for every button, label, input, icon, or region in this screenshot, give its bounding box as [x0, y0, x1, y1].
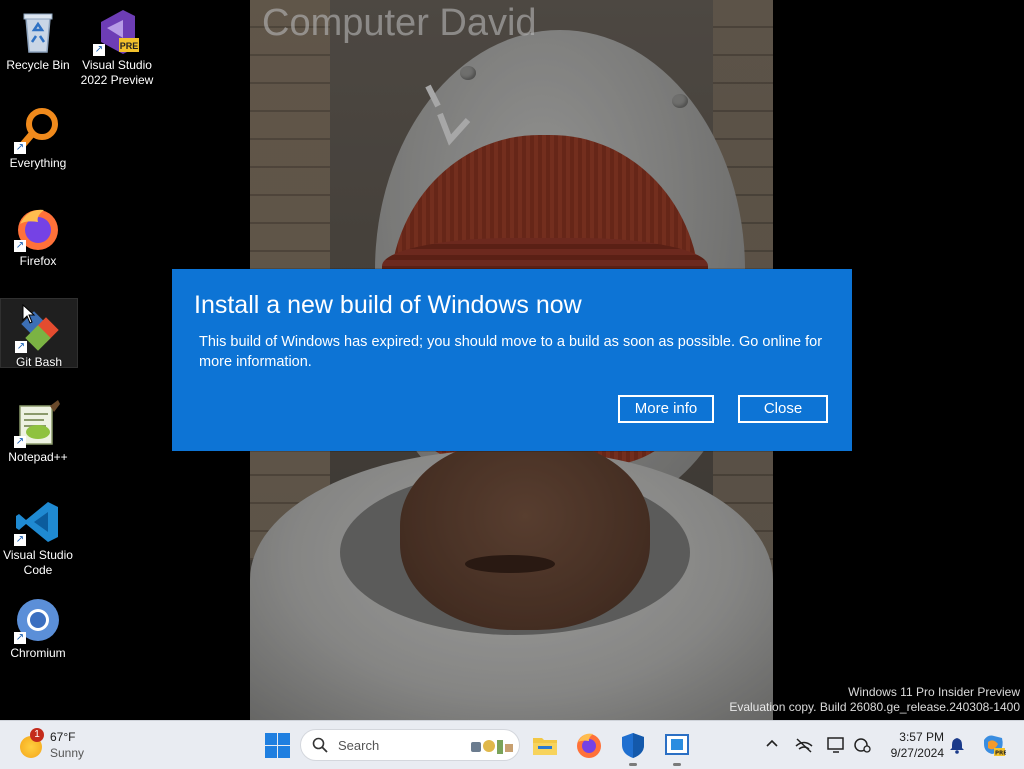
dialog-title: Install a new build of Windows now: [194, 291, 582, 319]
taskbar-search-box[interactable]: Search: [300, 729, 520, 761]
desktop-icon-chromium[interactable]: ↗ Chromium: [0, 590, 76, 661]
taskbar: 1 67°F Sunny Search 3:57 PM 9/27/2024 PR…: [0, 720, 1024, 769]
preview-badge: PRE: [119, 41, 139, 51]
desktop-icon-label: Recycle Bin: [6, 58, 70, 72]
desktop-icon-notepad-plus-plus[interactable]: ↗ Notepad++: [0, 394, 76, 465]
chromium-icon: ↗: [14, 596, 62, 644]
copilot-preview-icon[interactable]: PRE: [980, 732, 1006, 758]
windows-security-icon: [622, 733, 644, 758]
notepad-plus-plus-icon: ↗: [14, 400, 62, 448]
visual-studio-preview-icon: PRE ↗: [93, 8, 141, 56]
search-highlight-icon: [471, 740, 513, 754]
running-indicator: [673, 763, 681, 766]
notification-bell-icon[interactable]: [948, 736, 966, 754]
desktop-icon-label: Firefox: [19, 254, 57, 268]
taskbar-file-explorer[interactable]: [530, 730, 560, 760]
shortcut-arrow-icon: ↗: [93, 44, 105, 56]
desktop-icon-visual-studio-preview[interactable]: PRE ↗ Visual Studio 2022 Preview: [79, 2, 155, 88]
weather-condition: Sunny: [50, 746, 85, 760]
weather-alert-badge: 1: [30, 728, 44, 742]
more-info-button[interactable]: More info: [618, 395, 714, 423]
weather-widget[interactable]: 1 67°F Sunny: [18, 728, 108, 762]
desktop-icon-label: Everything: [9, 156, 67, 170]
desktop-icon-label: Visual Studio Code: [3, 548, 73, 577]
vscode-icon: ↗: [14, 498, 62, 546]
running-indicator: [629, 763, 637, 766]
taskbar-windows-security[interactable]: [618, 730, 648, 766]
taskbar-app-window[interactable]: [662, 730, 692, 766]
watermark-edition: Windows 11 Pro Insider Preview: [848, 685, 1020, 699]
desktop-icon-firefox[interactable]: ↗ Firefox: [0, 198, 76, 269]
watermark-build: Evaluation copy. Build 26080.ge_release.…: [729, 700, 1020, 714]
desktop-icon-label: Visual Studio 2022 Preview: [80, 58, 154, 87]
desktop-icon-label: Git Bash: [15, 355, 63, 369]
build-expired-dialog: Install a new build of Windows now This …: [172, 269, 852, 451]
desktop-icon-recycle-bin[interactable]: Recycle Bin: [0, 2, 76, 73]
desktop-icon-vscode[interactable]: ↗ Visual Studio Code: [0, 492, 76, 578]
shortcut-arrow-icon: ↗: [14, 436, 26, 448]
network-off-icon[interactable]: [794, 735, 814, 755]
desktop-icon-everything[interactable]: ↗ Everything: [0, 100, 76, 171]
desktop-icon-label: Notepad++: [8, 450, 68, 464]
shortcut-arrow-icon: ↗: [15, 341, 27, 353]
start-button[interactable]: [262, 730, 292, 760]
mouse-cursor-icon: [22, 304, 36, 324]
file-explorer-icon: [533, 738, 557, 755]
firefox-icon: [577, 733, 601, 758]
shortcut-arrow-icon: ↗: [14, 632, 26, 644]
svg-text:PRE: PRE: [995, 751, 1006, 757]
shortcut-arrow-icon: ↗: [14, 142, 26, 154]
desktop-icon-label: Chromium: [10, 646, 66, 660]
taskbar-firefox[interactable]: [574, 730, 604, 760]
recycle-bin-icon: [14, 8, 62, 56]
app-window-icon: [665, 734, 689, 755]
everything-search-icon: ↗: [14, 106, 62, 154]
firefox-icon: ↗: [14, 204, 62, 252]
weather-temperature: 67°F: [50, 730, 76, 744]
taskbar-clock[interactable]: 3:57 PM 9/27/2024: [882, 729, 944, 761]
search-icon: [312, 737, 328, 753]
accessibility-icon[interactable]: [852, 735, 872, 755]
search-placeholder: Search: [338, 738, 380, 753]
chevron-up-icon[interactable]: [764, 735, 780, 751]
shortcut-arrow-icon: ↗: [14, 240, 26, 252]
dialog-message: This build of Windows has expired; you s…: [199, 334, 823, 370]
desktop-icon-git-bash[interactable]: ↗ Git Bash: [0, 298, 78, 369]
shortcut-arrow-icon: ↗: [14, 534, 26, 546]
display-icon[interactable]: [826, 735, 846, 755]
evaluation-watermark: Windows 11 Pro Insider Preview Evaluatio…: [729, 685, 1020, 715]
close-button[interactable]: Close: [738, 395, 828, 423]
clock-date: 9/27/2024: [890, 746, 944, 760]
clock-time: 3:57 PM: [899, 730, 944, 744]
